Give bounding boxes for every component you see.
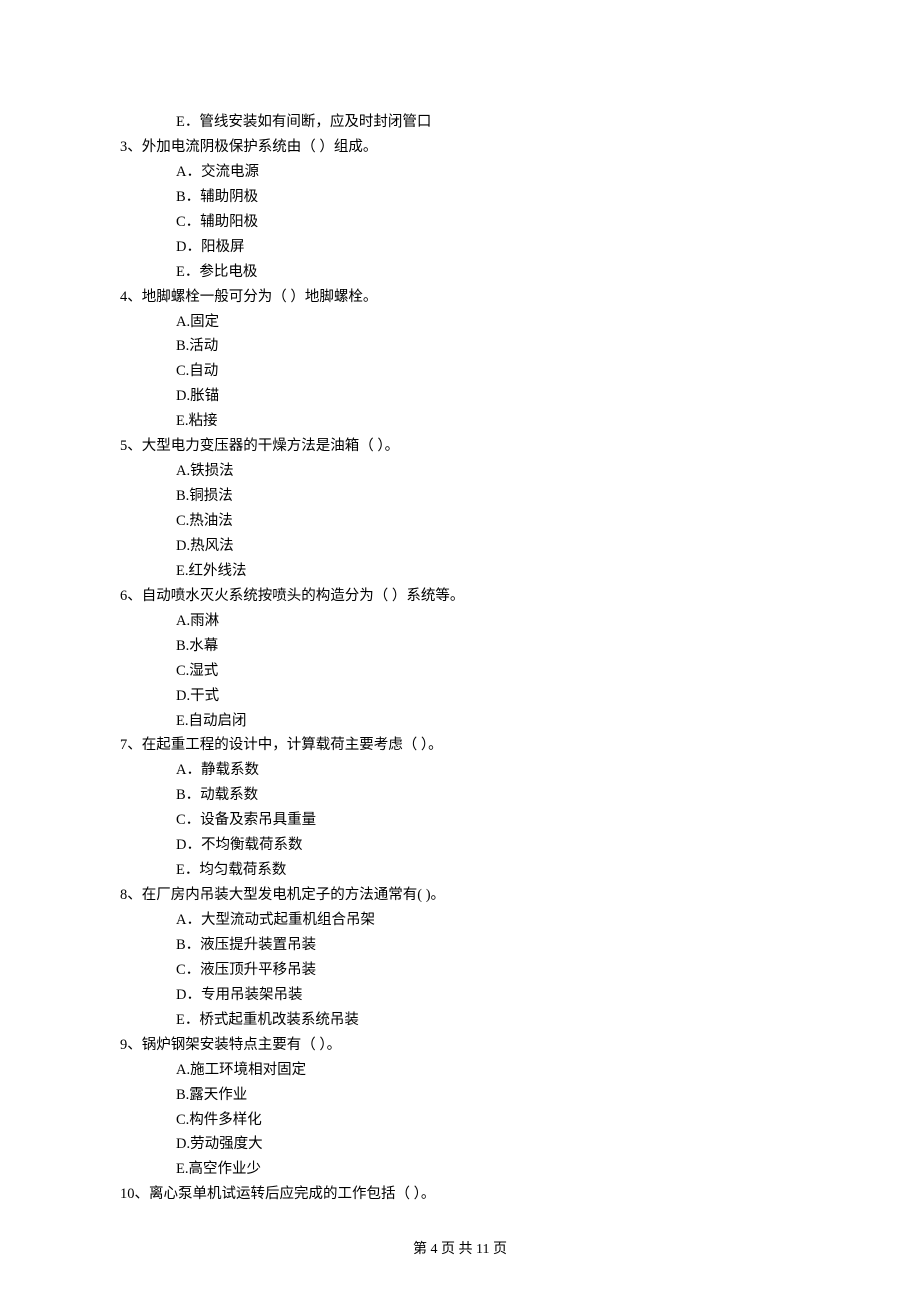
question-text: 锅炉钢架安装特点主要有（ ）。	[142, 1037, 341, 1053]
page-content: E．管线安装如有间断，应及时封闭管口 3、外加电流阴极保护系统由（ ）组成。A．…	[0, 0, 920, 1302]
option-line: C．辅助阳极	[120, 210, 800, 235]
option-line: E．管线安装如有间断，应及时封闭管口	[120, 110, 800, 135]
question-stem: 3、外加电流阴极保护系统由（ ）组成。	[120, 135, 800, 160]
option-line: D.热风法	[120, 534, 800, 559]
question-number: 4、	[120, 289, 142, 305]
option-line: B．辅助阴极	[120, 185, 800, 210]
option-line: B.水幕	[120, 634, 800, 659]
option-line: D.干式	[120, 684, 800, 709]
option-line: A.施工环境相对固定	[120, 1058, 800, 1083]
question-text: 外加电流阴极保护系统由（ ）组成。	[142, 139, 378, 155]
option-line: E.高空作业少	[120, 1157, 800, 1182]
question-text: 离心泵单机试运转后应完成的工作包括（ ）。	[149, 1186, 435, 1202]
question-number: 9、	[120, 1037, 142, 1053]
option-line: A.铁损法	[120, 459, 800, 484]
question-stem: 7、在起重工程的设计中，计算载荷主要考虑（ ）。	[120, 733, 800, 758]
option-line: E.自动启闭	[120, 709, 800, 734]
option-line: D.胀锚	[120, 384, 800, 409]
option-line: E．参比电极	[120, 260, 800, 285]
option-line: B．动载系数	[120, 783, 800, 808]
option-line: E.粘接	[120, 409, 800, 434]
option-line: A．交流电源	[120, 160, 800, 185]
option-line: E．均匀载荷系数	[120, 858, 800, 883]
option-line: B.露天作业	[120, 1083, 800, 1108]
option-line: C.构件多样化	[120, 1108, 800, 1133]
option-line: A．静载系数	[120, 758, 800, 783]
question-stem: 4、地脚螺栓一般可分为（ ）地脚螺栓。	[120, 285, 800, 310]
question-text: 大型电力变压器的干燥方法是油箱（ ）。	[142, 438, 399, 454]
option-line: C.热油法	[120, 509, 800, 534]
option-line: C．液压顶升平移吊装	[120, 958, 800, 983]
question-number: 5、	[120, 438, 142, 454]
question-stem: 9、锅炉钢架安装特点主要有（ ）。	[120, 1033, 800, 1058]
question-stem: 8、在厂房内吊装大型发电机定子的方法通常有( )。	[120, 883, 800, 908]
option-line: D．专用吊装架吊装	[120, 983, 800, 1008]
question-number: 8、	[120, 887, 142, 903]
page-footer: 第 4 页 共 11 页	[0, 1238, 920, 1262]
questions-container: 3、外加电流阴极保护系统由（ ）组成。A．交流电源B．辅助阴极C．辅助阳极D．阳…	[120, 135, 800, 1207]
option-line: B.铜损法	[120, 484, 800, 509]
question-text: 地脚螺栓一般可分为（ ）地脚螺栓。	[142, 289, 378, 305]
option-line: D.劳动强度大	[120, 1132, 800, 1157]
option-line: A．大型流动式起重机组合吊架	[120, 908, 800, 933]
option-line: C.湿式	[120, 659, 800, 684]
option-line: E.红外线法	[120, 559, 800, 584]
question-number: 6、	[120, 588, 142, 604]
option-line: A.雨淋	[120, 609, 800, 634]
question-number: 3、	[120, 139, 142, 155]
question-stem: 10、离心泵单机试运转后应完成的工作包括（ ）。	[120, 1182, 800, 1207]
question-stem: 5、大型电力变压器的干燥方法是油箱（ ）。	[120, 434, 800, 459]
question-number: 10、	[120, 1186, 149, 1202]
option-line: C．设备及索吊具重量	[120, 808, 800, 833]
option-line: C.自动	[120, 359, 800, 384]
question-text: 在厂房内吊装大型发电机定子的方法通常有( )。	[142, 887, 445, 903]
option-line: A.固定	[120, 310, 800, 335]
option-line: D．阳极屏	[120, 235, 800, 260]
question-text: 在起重工程的设计中，计算载荷主要考虑（ ）。	[142, 737, 443, 753]
question-number: 7、	[120, 737, 142, 753]
option-line: E．桥式起重机改装系统吊装	[120, 1008, 800, 1033]
question-text: 自动喷水灭火系统按喷头的构造分为（ ）系统等。	[142, 588, 465, 604]
option-line: B．液压提升装置吊装	[120, 933, 800, 958]
question-stem: 6、自动喷水灭火系统按喷头的构造分为（ ）系统等。	[120, 584, 800, 609]
option-line: B.活动	[120, 334, 800, 359]
option-line: D．不均衡载荷系数	[120, 833, 800, 858]
